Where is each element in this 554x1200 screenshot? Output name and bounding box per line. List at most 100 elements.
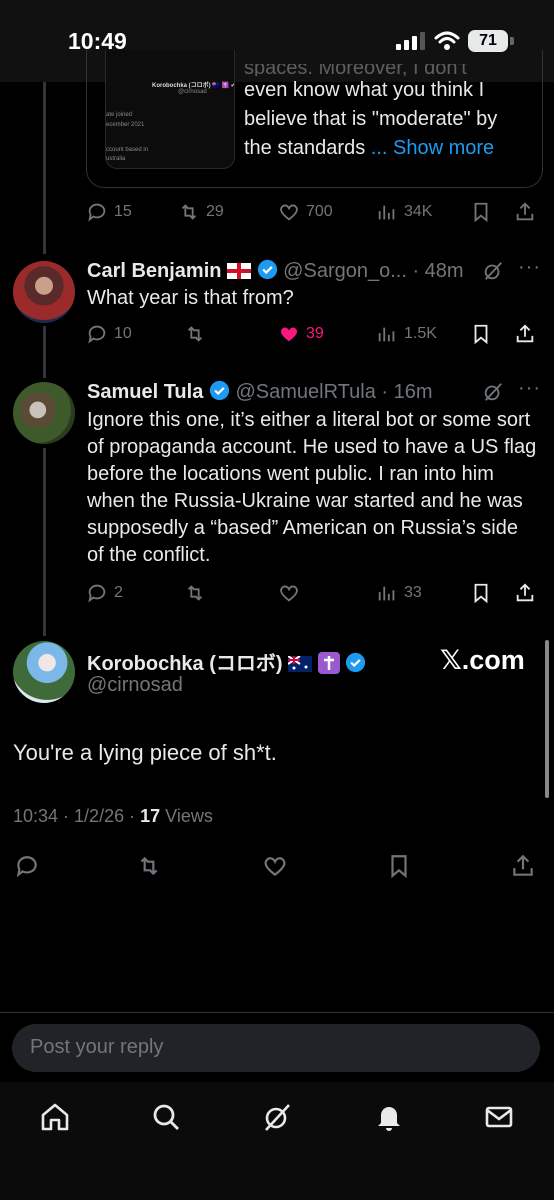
- bookmark-button[interactable]: [470, 320, 492, 348]
- views-count: 17: [140, 806, 161, 826]
- views-button[interactable]: 34K: [376, 198, 432, 226]
- messages-icon[interactable]: [483, 1101, 515, 1133]
- grok-icon[interactable]: [482, 381, 504, 403]
- bookmark-icon: [474, 202, 488, 223]
- repost-count: 29: [206, 203, 224, 220]
- reply-text: Ignore this one, it’s either a literal b…: [87, 409, 537, 566]
- reply-header: Carl Benjamin @Sargon_o... · 48m: [87, 259, 464, 283]
- repost-icon: [187, 585, 203, 601]
- reply-button[interactable]: 10: [86, 320, 132, 348]
- thread-line: [43, 82, 46, 254]
- views-count: 1.5K: [404, 325, 437, 342]
- author-name[interactable]: Samuel Tula: [87, 381, 203, 403]
- reply-button[interactable]: 2: [86, 579, 123, 607]
- share-icon: [516, 583, 534, 602]
- post-actions: 15 29 700 34K: [86, 198, 542, 226]
- reply-button[interactable]: 15: [86, 198, 132, 226]
- main-post-text: You're a lying piece of sh*t.: [13, 740, 277, 765]
- post-meta: 10:34 · 1/2/26 · 17 Views: [13, 806, 213, 826]
- post-time: 10:34: [13, 806, 59, 826]
- post-time: · 48m: [412, 260, 464, 282]
- more-options-icon[interactable]: ···: [518, 256, 541, 279]
- notifications-icon[interactable]: [373, 1101, 405, 1133]
- battery-tip: [510, 37, 514, 45]
- reply-icon: [88, 325, 106, 344]
- share-icon: [513, 854, 533, 876]
- share-button[interactable]: [510, 852, 536, 880]
- signal-icon: [396, 32, 425, 50]
- heart-filled-icon: [281, 327, 297, 342]
- quoted-text-line: even know what you think I: [244, 79, 485, 101]
- like-button[interactable]: [262, 852, 288, 880]
- reply-icon: [88, 203, 106, 222]
- like-button[interactable]: 39: [278, 320, 324, 348]
- repost-button[interactable]: [136, 852, 162, 880]
- reply-count: 2: [114, 584, 123, 601]
- australia-flag-icon: [288, 656, 313, 672]
- post-date: 1/2/26: [74, 806, 125, 826]
- repost-icon: [140, 856, 158, 876]
- avatar[interactable]: [13, 382, 75, 444]
- reply-count: 15: [114, 203, 132, 220]
- bookmark-icon: [391, 855, 407, 879]
- quoted-post-card[interactable]: Korobochka (コロボ) 🇦🇺 ✝️ ✔ @cirnosad ate j…: [86, 50, 543, 188]
- quoted-post-image: Korobochka (コロボ) 🇦🇺 ✝️ ✔ @cirnosad ate j…: [105, 50, 235, 169]
- image-text-joined-date: ecember 2021: [106, 122, 145, 128]
- search-icon[interactable]: [150, 1101, 182, 1133]
- repost-icon: [187, 326, 203, 342]
- heart-icon: [280, 585, 298, 602]
- home-icon[interactable]: [39, 1101, 71, 1133]
- reply-count: 10: [114, 325, 132, 342]
- share-icon: [516, 202, 534, 221]
- bookmark-button[interactable]: [386, 852, 412, 880]
- wifi-icon: [434, 31, 460, 50]
- repost-icon: [181, 204, 197, 220]
- england-flag-icon: [227, 263, 252, 279]
- image-text-handle: @cirnosad: [178, 89, 207, 95]
- bookmark-button[interactable]: [470, 579, 492, 607]
- image-text-joined: ate joined: [106, 112, 133, 118]
- author-name[interactable]: Korobochka (コロボ): [87, 653, 283, 675]
- share-button[interactable]: [514, 320, 536, 348]
- like-button[interactable]: [278, 579, 300, 607]
- reply-placeholder: Post your reply: [30, 1036, 164, 1058]
- battery-indicator: 71: [468, 30, 508, 52]
- post-actions: 10 39 1.5K: [86, 320, 542, 348]
- grok-icon[interactable]: [482, 260, 504, 282]
- reply-header: Samuel Tula @SamuelRTula · 16m: [87, 380, 433, 404]
- scrollbar[interactable]: [545, 640, 549, 798]
- repost-button[interactable]: [184, 320, 206, 348]
- like-count: 700: [306, 203, 333, 220]
- repost-button[interactable]: [184, 579, 206, 607]
- reply-icon: [16, 856, 37, 878]
- bookmark-icon: [474, 583, 488, 604]
- share-button[interactable]: [514, 579, 536, 607]
- author-handle[interactable]: @cirnosad: [87, 674, 183, 697]
- views-button[interactable]: 33: [376, 579, 422, 607]
- author-handle[interactable]: @Sargon_o...: [283, 260, 407, 282]
- avatar[interactable]: [13, 261, 75, 323]
- more-options-icon[interactable]: ···: [518, 377, 541, 400]
- like-button[interactable]: 700: [278, 198, 333, 226]
- bottom-nav: [0, 1082, 554, 1200]
- grok-icon[interactable]: [261, 1101, 293, 1133]
- author-name[interactable]: Carl Benjamin: [87, 260, 221, 282]
- avatar[interactable]: [13, 641, 75, 703]
- show-more-link[interactable]: ... Show more: [371, 137, 494, 159]
- author-handle[interactable]: @SamuelRTula: [235, 381, 375, 403]
- views-label: Views: [165, 806, 213, 826]
- quoted-text-line: believe that is "moderate" by: [244, 108, 498, 130]
- reply-button[interactable]: [14, 852, 40, 880]
- divider: [0, 1012, 554, 1013]
- share-icon: [516, 324, 534, 343]
- verified-badge-icon: [257, 259, 277, 280]
- share-button[interactable]: [514, 198, 536, 226]
- like-count: 39: [306, 325, 324, 342]
- bookmark-button[interactable]: [470, 198, 492, 226]
- views-button[interactable]: 1.5K: [376, 320, 437, 348]
- verified-badge-icon: [209, 380, 230, 401]
- repost-button[interactable]: 29: [178, 198, 224, 226]
- views-count: 34K: [404, 203, 433, 220]
- image-text-name: Korobochka (コロボ) 🇦🇺 ✝️ ✔: [152, 83, 235, 89]
- thread-line: [43, 326, 46, 378]
